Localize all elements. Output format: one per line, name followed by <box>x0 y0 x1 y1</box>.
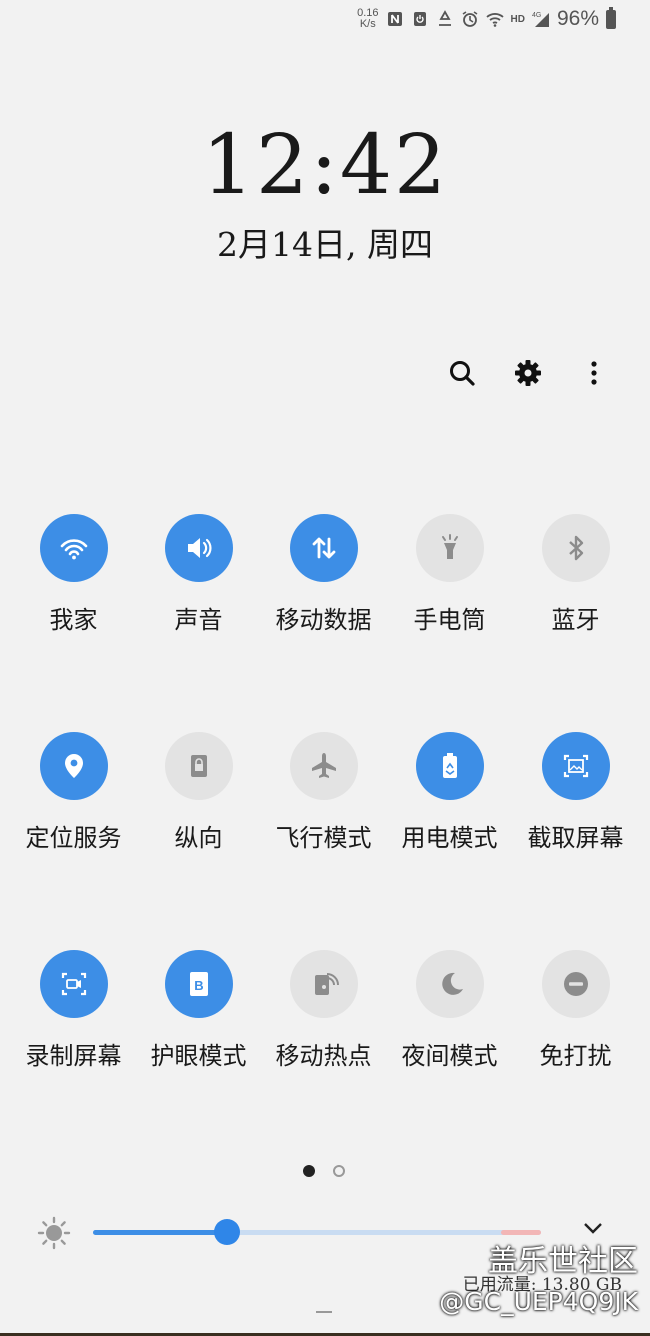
tile-label: 蓝牙 <box>551 606 600 634</box>
signal-icon: 4G <box>532 10 550 28</box>
tile-flashlight[interactable]: 手电筒 <box>387 514 512 635</box>
tile-label: 定位服务 <box>25 824 122 852</box>
tile-toggle[interactable] <box>39 514 108 582</box>
tile-toggle[interactable] <box>289 950 358 1018</box>
wifi-status-icon <box>485 10 504 28</box>
tile-volume[interactable]: 声音 <box>136 514 261 635</box>
tile-screen-record[interactable]: 录制屏幕 <box>11 950 136 1071</box>
moon-icon <box>441 972 463 995</box>
tile-data-arrows[interactable]: 移动数据 <box>261 514 386 635</box>
clock-date: 2月14日, 周四 <box>217 225 433 264</box>
tile-toggle[interactable] <box>39 732 108 800</box>
tile-eye-comfort[interactable]: B 护眼模式 <box>136 950 261 1071</box>
svg-text:4G: 4G <box>532 12 541 19</box>
tile-label: 飞行模式 <box>275 824 372 852</box>
battery-icon <box>606 6 616 29</box>
location-icon <box>64 754 83 778</box>
tile-toggle[interactable] <box>415 732 484 800</box>
bluetooth-icon <box>568 535 583 561</box>
screenshot-icon <box>563 754 588 778</box>
brightness-fill <box>93 1230 228 1235</box>
tile-portrait-lock[interactable]: 纵向 <box>136 732 261 853</box>
tile-location[interactable]: 定位服务 <box>11 732 136 853</box>
brightness-icon <box>37 1216 71 1250</box>
tile-toggle[interactable] <box>415 514 484 582</box>
clock-time: 12:42 <box>201 118 449 213</box>
tile-label: 截取屏幕 <box>527 824 624 852</box>
battery-mode-icon <box>442 753 457 778</box>
more-options-button[interactable] <box>576 355 612 391</box>
data-arrows-icon <box>312 537 335 559</box>
eye-comfort-icon: B <box>189 972 208 996</box>
tile-do-not-disturb[interactable]: 免打扰 <box>513 950 638 1071</box>
tile-label: 移动数据 <box>275 606 372 634</box>
tile-toggle[interactable] <box>415 950 484 1018</box>
tile-wifi[interactable]: 我家 <box>11 514 136 635</box>
tile-toggle[interactable]: B <box>164 950 233 1018</box>
tile-toggle[interactable] <box>289 732 358 800</box>
panel-actions <box>444 355 612 391</box>
search-button[interactable] <box>444 355 480 391</box>
chevron-down-icon[interactable] <box>582 1220 604 1236</box>
tile-hotspot[interactable]: 移动热点 <box>261 950 386 1071</box>
settings-button[interactable] <box>510 355 546 391</box>
page-dot[interactable] <box>333 1165 345 1177</box>
wifi-icon <box>60 539 87 560</box>
nfc-icon <box>386 10 404 28</box>
tile-toggle[interactable] <box>164 732 233 800</box>
screen-record-icon <box>61 972 86 996</box>
tile-toggle[interactable] <box>289 514 358 582</box>
tile-label: 录制屏幕 <box>25 1042 122 1070</box>
svg-text:B: B <box>194 978 203 993</box>
hotspot-icon <box>314 973 339 995</box>
portrait-lock-icon <box>190 755 207 777</box>
flashlight-icon <box>441 534 458 559</box>
tile-moon[interactable]: 夜间模式 <box>387 950 512 1071</box>
tile-label: 夜间模式 <box>401 1042 498 1070</box>
tile-airplane[interactable]: 飞行模式 <box>261 732 386 853</box>
tile-label: 纵向 <box>174 824 223 852</box>
tile-label: 手电筒 <box>413 606 486 634</box>
hd-label: HD <box>510 13 525 25</box>
volume-icon <box>187 538 211 558</box>
tile-toggle[interactable] <box>541 514 610 582</box>
tile-screenshot[interactable]: 截取屏幕 <box>513 732 638 853</box>
tile-battery-mode[interactable]: 用电模式 <box>387 732 512 853</box>
battery-percent: 96% <box>556 7 599 30</box>
watermark-user: @GC_UEP4Q9JK <box>439 1287 638 1316</box>
net-speed: 0.16 K/s <box>357 8 378 30</box>
brightness-high-zone <box>501 1230 541 1235</box>
power-saving-icon <box>411 10 429 28</box>
tile-toggle[interactable] <box>39 950 108 1018</box>
gear-icon <box>515 360 541 386</box>
tile-toggle[interactable] <box>164 514 233 582</box>
status-bar: 0.16 K/s HD 4G 96% <box>357 6 616 32</box>
brightness-slider[interactable] <box>93 1230 541 1235</box>
tile-bluetooth[interactable]: 蓝牙 <box>513 514 638 635</box>
tile-label: 声音 <box>174 606 223 634</box>
alarm-icon <box>461 10 479 28</box>
brightness-thumb[interactable] <box>214 1219 241 1245</box>
tile-label: 我家 <box>49 606 98 634</box>
tile-label: 护眼模式 <box>150 1042 247 1070</box>
tile-label: 移动热点 <box>275 1042 372 1070</box>
recycle-icon <box>436 10 454 28</box>
page-indicator <box>303 1165 345 1177</box>
do-not-disturb-icon <box>563 972 588 996</box>
page-dot-active[interactable] <box>303 1165 315 1177</box>
tile-toggle[interactable] <box>541 950 610 1018</box>
net-speed-unit: K/s <box>359 18 376 30</box>
tile-label: 用电模式 <box>401 824 498 852</box>
tile-label: 免打扰 <box>539 1042 612 1070</box>
airplane-icon <box>311 753 336 778</box>
more-icon <box>591 361 597 385</box>
tile-toggle[interactable] <box>541 732 610 800</box>
search-icon <box>450 361 475 386</box>
panel-handle[interactable] <box>316 1311 332 1313</box>
